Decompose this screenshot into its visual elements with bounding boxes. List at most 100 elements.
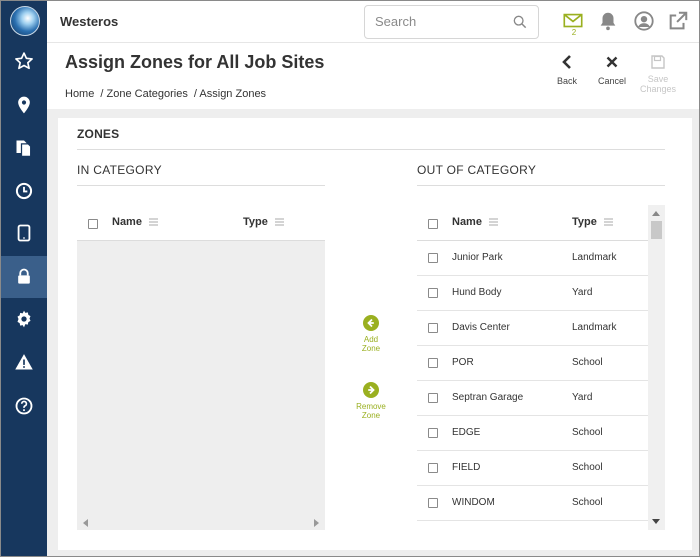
table-row[interactable]: POR School <box>417 346 648 381</box>
lock-icon <box>18 268 30 284</box>
row-checkbox[interactable] <box>428 393 438 403</box>
table-row[interactable]: WINDOM School <box>417 486 648 521</box>
add-zone-button[interactable]: Add Zone <box>341 315 401 353</box>
external-link-icon[interactable] <box>667 10 689 32</box>
row-checkbox[interactable] <box>428 463 438 473</box>
top-bar: Westeros 2 <box>47 1 699 43</box>
column-header-name[interactable]: Name <box>112 216 159 228</box>
table-row[interactable]: Hund Body Yard <box>417 276 648 311</box>
column-header-label: Name <box>112 216 142 228</box>
table-row[interactable]: Junior Park Landmark <box>417 241 648 276</box>
table-row[interactable]: Septran Garage Yard <box>417 381 648 416</box>
search-icon[interactable] <box>512 14 528 30</box>
sidebar-item-help[interactable] <box>1 385 47 427</box>
page-header: Assign Zones for All Job Sites Home / Zo… <box>47 43 699 109</box>
zone-name: EDGE <box>452 427 481 438</box>
zone-type: Yard <box>572 287 593 298</box>
scroll-right-icon[interactable] <box>313 519 319 527</box>
column-header-label: Type <box>243 216 268 228</box>
zone-name: WINDOM <box>452 497 495 508</box>
scroll-down-icon[interactable] <box>652 519 660 525</box>
zone-type: Landmark <box>572 252 617 263</box>
sidebar-item-history[interactable] <box>1 170 47 212</box>
vertical-scrollbar[interactable] <box>648 205 665 530</box>
zones-heading: ZONES <box>77 127 120 141</box>
scrollbar-thumb[interactable] <box>651 221 662 239</box>
save-changes-button[interactable]: Save Changes <box>635 54 681 94</box>
tablet-icon <box>17 224 31 242</box>
app-name: Westeros <box>60 14 119 29</box>
search-input[interactable] <box>375 14 505 29</box>
divider <box>77 149 665 150</box>
zone-name: Hund Body <box>452 287 502 298</box>
row-checkbox[interactable] <box>428 428 438 438</box>
sidebar <box>1 1 47 556</box>
in-category-grid: Name Type <box>77 205 325 530</box>
zone-type: Yard <box>572 392 593 403</box>
zone-type: School <box>572 462 603 473</box>
table-row[interactable]: EDGE School <box>417 416 648 451</box>
user-account-icon[interactable] <box>633 10 655 32</box>
select-all-checkbox[interactable] <box>88 219 98 229</box>
back-button[interactable]: Back <box>544 54 590 86</box>
breadcrumb-home[interactable]: Home <box>65 88 94 100</box>
clock-icon <box>15 182 33 200</box>
zones-panel: ZONES IN CATEGORY OUT OF CATEGORY Name T… <box>58 118 692 550</box>
sort-icon[interactable] <box>603 218 613 226</box>
table-row[interactable]: FIELD School <box>417 451 648 486</box>
zone-name: Junior Park <box>452 252 503 263</box>
zone-type: School <box>572 357 603 368</box>
zone-name: POR <box>452 357 474 368</box>
sort-icon[interactable] <box>149 218 159 226</box>
sidebar-item-settings[interactable] <box>1 298 47 340</box>
app-window: Westeros 2 Assign Zones for All Job Site… <box>0 0 700 557</box>
bell-icon[interactable] <box>597 10 619 32</box>
zone-type: School <box>572 427 603 438</box>
row-checkbox[interactable] <box>428 323 438 333</box>
sidebar-item-security[interactable] <box>1 256 47 298</box>
scroll-up-icon[interactable] <box>652 210 660 216</box>
arrow-right-circle-icon <box>363 382 379 398</box>
scroll-left-icon[interactable] <box>83 519 89 527</box>
close-icon <box>606 56 618 68</box>
row-checkbox[interactable] <box>428 498 438 508</box>
zone-name: Davis Center <box>452 322 510 333</box>
zone-type: School <box>572 497 603 508</box>
horizontal-scrollbar[interactable] <box>77 516 325 530</box>
row-checkbox[interactable] <box>428 253 438 263</box>
column-header-type[interactable]: Type <box>572 216 613 228</box>
sort-icon[interactable] <box>489 218 499 226</box>
select-all-checkbox[interactable] <box>428 219 438 229</box>
sidebar-item-favorites[interactable] <box>1 40 47 82</box>
row-checkbox[interactable] <box>428 288 438 298</box>
remove-zone-button[interactable]: Remove Zone <box>341 382 401 420</box>
sidebar-item-alerts[interactable] <box>1 341 47 383</box>
documents-icon <box>16 140 32 157</box>
sidebar-item-devices[interactable] <box>1 212 47 254</box>
column-header-label: Name <box>452 216 482 228</box>
breadcrumb: Home / Zone Categories / Assign Zones <box>65 88 269 100</box>
row-checkbox[interactable] <box>428 358 438 368</box>
cancel-label: Cancel <box>597 76 626 86</box>
grid-header: Name Type <box>417 205 648 241</box>
column-header-label: Type <box>572 216 597 228</box>
breadcrumb-assign-zones: / Assign Zones <box>193 88 267 100</box>
zone-type: Landmark <box>572 322 617 333</box>
zone-name: Septran Garage <box>452 392 524 403</box>
divider <box>417 185 665 186</box>
remove-zone-label-line2: Zone <box>361 411 381 420</box>
search-box[interactable] <box>364 5 539 39</box>
sidebar-item-documents[interactable] <box>1 127 47 169</box>
divider <box>77 185 325 186</box>
arrow-left-circle-icon <box>363 315 379 331</box>
cancel-button[interactable]: Cancel <box>589 54 635 86</box>
sidebar-item-locations[interactable] <box>1 84 47 126</box>
warning-icon <box>15 354 33 370</box>
grid-body: Junior Park Landmark Hund Body Yard Davi… <box>417 241 648 530</box>
sort-icon[interactable] <box>274 218 284 226</box>
column-header-name[interactable]: Name <box>452 216 499 228</box>
breadcrumb-zone-categories[interactable]: / Zone Categories <box>100 88 187 100</box>
column-header-type[interactable]: Type <box>243 216 284 228</box>
app-logo[interactable] <box>10 6 40 36</box>
table-row[interactable]: Davis Center Landmark <box>417 311 648 346</box>
